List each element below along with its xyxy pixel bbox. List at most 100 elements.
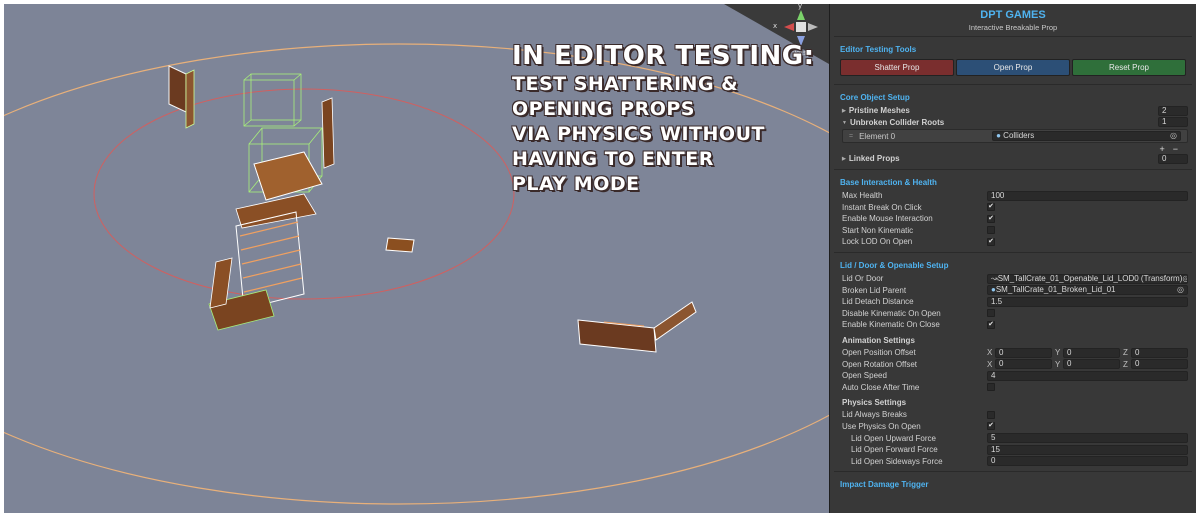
- open-prop-button[interactable]: Open Prop: [956, 59, 1070, 76]
- shatter-prop-button[interactable]: Shatter Prop: [840, 59, 954, 76]
- upward-force-input[interactable]: 5: [987, 433, 1188, 444]
- lid-always-breaks-checkbox[interactable]: [987, 410, 995, 419]
- scene-view[interactable]: x y Persp IN EDITOR TESTING: TEST SHATTE…: [4, 4, 829, 513]
- sideways-force-label: Lid Open Sideways Force: [851, 456, 943, 466]
- use-physics-label: Use Physics On Open: [842, 421, 921, 431]
- remove-element-button[interactable]: −: [1173, 144, 1178, 154]
- section-lid-door: Lid / Door & Openable Setup: [840, 260, 949, 270]
- pristine-meshes-count[interactable]: 2: [1158, 105, 1188, 116]
- disable-kinematic-label: Disable Kinematic On Open: [842, 308, 941, 318]
- auto-close-row: Auto Close After Time: [830, 382, 1196, 394]
- axis-x-label: X: [987, 359, 993, 369]
- headline-line: PLAY MODE: [512, 173, 640, 195]
- lid-or-door-value: SM_TallCrate_01_Openable_Lid_LOD0 (Trans…: [997, 273, 1183, 283]
- collider-list-element[interactable]: = Element 0 ● Colliders ◎: [842, 129, 1188, 144]
- forward-force-input[interactable]: 15: [987, 444, 1188, 455]
- open-rotation-vector: X0 Y0 Z0: [987, 359, 1188, 370]
- section-core-setup: Core Object Setup: [840, 93, 910, 102]
- open-position-y-input[interactable]: 0: [1063, 347, 1120, 358]
- sideways-force-row: Lid Open Sideways Force 0: [830, 455, 1196, 467]
- open-rotation-z-input[interactable]: 0: [1131, 359, 1188, 370]
- unbroken-collider-roots-count[interactable]: 1: [1158, 117, 1188, 128]
- headline-line: OPENING PROPS: [512, 98, 695, 120]
- object-picker-icon[interactable]: ◎: [1182, 275, 1187, 283]
- object-picker-icon[interactable]: ◎: [1170, 132, 1177, 140]
- divider: [834, 84, 1192, 85]
- colliders-object-field[interactable]: ● Colliders ◎: [992, 131, 1181, 142]
- open-rotation-row: Open Rotation Offset X0 Y0 Z0: [830, 358, 1196, 370]
- open-position-label: Open Position Offset: [842, 348, 916, 358]
- forward-force-row: Lid Open Forward Force 15: [830, 444, 1196, 456]
- max-health-row: Max Health 100: [830, 190, 1196, 202]
- gizmo-x-label: x: [773, 22, 778, 30]
- section-editor-testing: Editor Testing Tools: [840, 45, 917, 54]
- linked-props-count[interactable]: 0: [1158, 153, 1188, 164]
- axis-y-label: Y: [1055, 348, 1061, 358]
- instant-break-label: Instant Break On Click: [842, 202, 922, 212]
- axis-z-label: Z: [1123, 348, 1128, 358]
- testing-buttons: Shatter Prop Open Prop Reset Prop: [830, 57, 1196, 80]
- open-rotation-x-input[interactable]: 0: [995, 359, 1052, 370]
- axis-z-label: Z: [1123, 359, 1128, 369]
- open-speed-input[interactable]: 4: [987, 370, 1188, 381]
- lid-always-breaks-label: Lid Always Breaks: [842, 410, 907, 420]
- object-picker-icon[interactable]: ◎: [1177, 286, 1184, 294]
- promo-headline: IN EDITOR TESTING: TEST SHATTERING & OPE…: [512, 40, 815, 197]
- lid-or-door-label: Lid Or Door: [842, 274, 884, 284]
- axis-y-label: Y: [1055, 359, 1061, 369]
- lock-lod-checkbox[interactable]: ✔: [987, 237, 995, 246]
- enable-kinematic-row: Enable Kinematic On Close ✔: [830, 319, 1196, 331]
- lid-detach-input[interactable]: 1.5: [987, 296, 1188, 307]
- instant-break-checkbox[interactable]: ✔: [987, 203, 995, 212]
- use-physics-checkbox[interactable]: ✔: [987, 422, 995, 431]
- open-speed-row: Open Speed 4: [830, 370, 1196, 382]
- lid-always-breaks-row: Lid Always Breaks: [830, 409, 1196, 421]
- disable-kinematic-row: Disable Kinematic On Open: [830, 308, 1196, 320]
- instant-break-row: Instant Break On Click ✔: [830, 201, 1196, 213]
- lock-lod-row: Lock LOD On Open ✔: [830, 236, 1196, 248]
- gizmo-y-label: y: [798, 4, 803, 10]
- broken-lid-parent-value: SM_TallCrate_01_Broken_Lid_01: [995, 285, 1116, 295]
- headline-line: HAVING TO ENTER: [512, 148, 714, 170]
- auto-close-checkbox[interactable]: [987, 383, 995, 392]
- unbroken-collider-roots-row[interactable]: Unbroken Collider Roots 1: [830, 117, 1196, 129]
- start-non-kinematic-checkbox[interactable]: [987, 226, 995, 235]
- axis-x-label: X: [987, 348, 993, 358]
- add-element-button[interactable]: +: [1159, 144, 1164, 154]
- auto-close-label: Auto Close After Time: [842, 382, 920, 392]
- start-non-kinematic-label: Start Non Kinematic: [842, 225, 914, 235]
- lid-detach-row: Lid Detach Distance 1.5: [830, 296, 1196, 308]
- pristine-meshes-label: Pristine Meshes: [842, 106, 987, 115]
- inspector-panel: DPT GAMES Interactive Breakable Prop Edi…: [829, 4, 1196, 513]
- section-impact-damage: Impact Damage Trigger: [840, 480, 929, 490]
- sideways-force-input[interactable]: 0: [987, 456, 1188, 467]
- linked-props-row[interactable]: Linked Props 0: [830, 153, 1196, 165]
- open-position-row: Open Position Offset X0 Y0 Z0: [830, 347, 1196, 359]
- disable-kinematic-checkbox[interactable]: [987, 309, 995, 318]
- component-subtitle: Interactive Breakable Prop: [968, 23, 1058, 32]
- mouse-interaction-row: Enable Mouse Interaction ✔: [830, 213, 1196, 225]
- headline-line: TEST SHATTERING &: [512, 73, 739, 95]
- upward-force-row: Lid Open Upward Force 5: [830, 432, 1196, 444]
- broken-lid-parent-field[interactable]: ●SM_TallCrate_01_Broken_Lid_01 ◎: [987, 285, 1188, 296]
- divider: [834, 251, 1192, 253]
- section-base-interaction: Base Interaction & Health: [840, 177, 937, 187]
- max-health-input[interactable]: 100: [987, 190, 1188, 201]
- mouse-interaction-checkbox[interactable]: ✔: [987, 214, 995, 223]
- lid-or-door-field[interactable]: ↝SM_TallCrate_01_Openable_Lid_LOD0 (Tran…: [987, 273, 1188, 284]
- pristine-meshes-row[interactable]: Pristine Meshes 2: [830, 105, 1196, 117]
- open-position-x-input[interactable]: 0: [995, 347, 1052, 358]
- open-rotation-y-input[interactable]: 0: [1063, 359, 1120, 370]
- reset-prop-button[interactable]: Reset Prop: [1072, 59, 1186, 76]
- lid-detach-label: Lid Detach Distance: [842, 297, 914, 307]
- max-health-label: Max Health: [842, 191, 883, 201]
- physics-settings-heading: Physics Settings: [842, 398, 907, 408]
- divider: [834, 36, 1192, 37]
- gameobject-icon: ●: [996, 131, 1001, 141]
- lock-lod-label: Lock LOD On Open: [842, 237, 913, 247]
- enable-kinematic-checkbox[interactable]: ✔: [987, 320, 995, 329]
- headline-title: IN EDITOR TESTING:: [512, 41, 815, 71]
- open-position-z-input[interactable]: 0: [1131, 347, 1188, 358]
- divider: [834, 168, 1192, 170]
- upward-force-label: Lid Open Upward Force: [851, 433, 936, 443]
